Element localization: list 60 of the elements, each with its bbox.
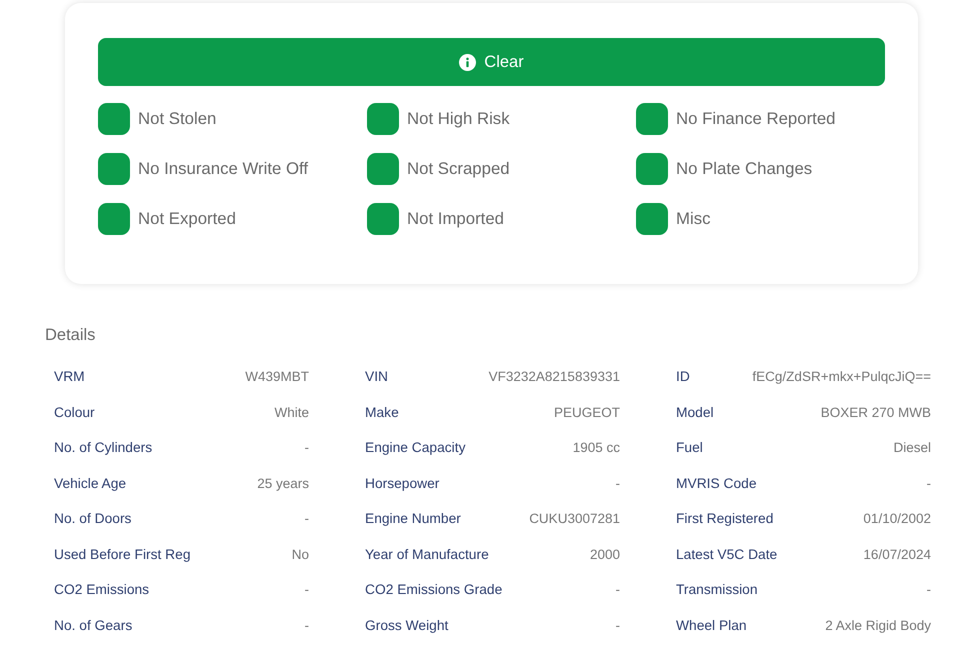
field-value: -: [304, 618, 309, 633]
field-value: -: [616, 618, 620, 633]
field-value: 1905 cc: [572, 440, 620, 456]
check-label: No Finance Reported: [676, 109, 836, 129]
field-label: Model: [676, 404, 714, 420]
check-label: Misc: [676, 209, 710, 229]
field-value: 16/07/2024: [863, 546, 931, 562]
field-label: No. of Gears: [54, 618, 132, 633]
field-value: CUKU3007281: [529, 511, 620, 526]
field-label: Transmission: [676, 582, 758, 598]
status-label: Clear: [484, 52, 524, 72]
field-value: White: [274, 404, 309, 420]
field-value: 01/10/2002: [863, 511, 931, 526]
field-label: Engine Number: [365, 511, 461, 526]
field-label: Gross Weight: [365, 618, 448, 633]
field-value: 25 years: [257, 476, 309, 491]
field-value: No: [292, 546, 309, 562]
field-value: 2 Axle Rigid Body: [825, 618, 931, 633]
check-label: Not Exported: [138, 209, 236, 229]
field-label: ID: [676, 369, 690, 384]
field-label: VIN: [365, 369, 388, 384]
field-label: No. of Doors: [54, 511, 132, 526]
field-value: -: [926, 476, 931, 491]
check-label: No Insurance Write Off: [138, 159, 308, 179]
field-label: No. of Cylinders: [54, 440, 152, 456]
field-label: Wheel Plan: [676, 618, 747, 633]
field-value: 2000: [590, 546, 620, 562]
info-icon: [459, 54, 476, 70]
field-label: Colour: [54, 404, 95, 420]
field-label: CO2 Emissions: [54, 582, 150, 598]
section-title: Details: [45, 326, 96, 345]
field-label: VRM: [54, 369, 85, 384]
field-label: CO2 Emissions Grade: [365, 582, 502, 598]
field-value: Diesel: [893, 440, 931, 456]
field-value: -: [926, 582, 931, 598]
field-value: VF3232A8215839331: [488, 369, 620, 384]
check-label: Not Stolen: [138, 109, 216, 129]
field-value: -: [616, 476, 620, 491]
field-value: -: [304, 511, 309, 526]
field-label: Horsepower: [365, 476, 440, 491]
check-label: Not Scrapped: [407, 159, 510, 179]
field-label: Year of Manufacture: [365, 546, 489, 562]
field-value: -: [304, 440, 309, 456]
field-label: Vehicle Age: [54, 476, 126, 491]
field-label: Make: [365, 404, 399, 420]
field-label: Fuel: [676, 440, 703, 456]
check-label: No Plate Changes: [676, 159, 812, 179]
check-label: Not High Risk: [407, 109, 510, 129]
field-label: Used Before First Reg: [54, 546, 190, 562]
field-value: W439MBT: [245, 369, 309, 384]
field-label: Latest V5C Date: [676, 546, 778, 562]
field-value: -: [304, 582, 309, 598]
field-value: -: [616, 582, 620, 598]
field-label: MVRIS Code: [676, 476, 757, 491]
field-label: Engine Capacity: [365, 440, 466, 456]
field-label: First Registered: [676, 511, 774, 526]
field-value: BOXER 270 MWB: [820, 404, 931, 420]
field-value: PEUGEOT: [554, 404, 620, 420]
field-value: fECg/ZdSR+mkx+PulqcJiQ==: [752, 369, 931, 384]
check-label: Not Imported: [407, 209, 504, 229]
